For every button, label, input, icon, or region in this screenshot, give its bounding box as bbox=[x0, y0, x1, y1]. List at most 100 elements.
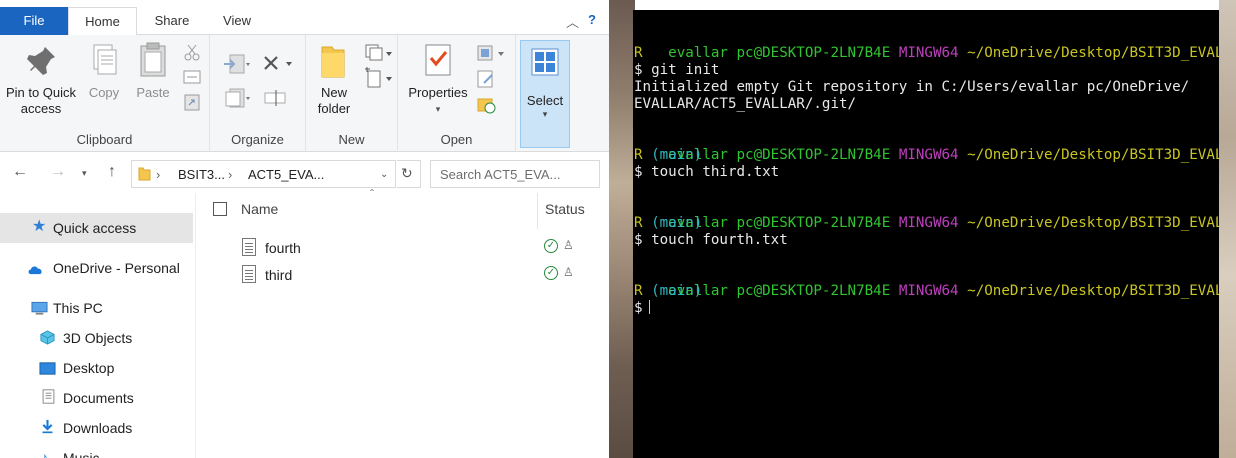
tab-share[interactable]: Share bbox=[137, 7, 207, 35]
select-dropdown-icon: ▾ bbox=[542, 109, 548, 119]
ribbon-tabs: File Home Share View ︿ ? bbox=[0, 0, 609, 36]
column-header-status[interactable]: Status bbox=[545, 201, 585, 217]
folder-icon bbox=[321, 46, 345, 78]
breadcrumb-item[interactable]: ACT5_EVA... bbox=[248, 167, 324, 182]
column-header-name[interactable]: Name bbox=[241, 201, 278, 217]
rename-icon[interactable] bbox=[264, 87, 288, 109]
open-icon[interactable] bbox=[476, 43, 506, 63]
command-line: $ git init bbox=[634, 62, 720, 78]
nav-label: Music bbox=[63, 450, 100, 458]
address-row: ← → ▾ ↑ › BSIT3... › ACT5_EVA... ⌄ ↻ Sea… bbox=[0, 153, 609, 193]
computer-icon bbox=[31, 301, 48, 315]
copy-label: Copy bbox=[88, 85, 120, 100]
address-bar[interactable]: › BSIT3... › ACT5_EVA... ⌄ bbox=[131, 160, 396, 188]
search-input[interactable]: Search ACT5_EVA... bbox=[430, 160, 600, 188]
shared-user-icon: ♙ bbox=[563, 238, 574, 252]
select-button[interactable]: Select ▾ bbox=[520, 40, 570, 148]
file-row[interactable]: fourth ✓ ♙ bbox=[238, 238, 598, 262]
copy-button[interactable]: Copy bbox=[86, 41, 122, 101]
paste-button[interactable]: Paste bbox=[134, 41, 172, 101]
nav-label: Quick access bbox=[53, 220, 137, 236]
file-row[interactable]: third ✓ ♙ bbox=[238, 265, 598, 289]
prompt-path: ~/OneDrive/Desktop/BSIT3D_EVAL bbox=[967, 45, 1219, 61]
prompt-shell: MINGW64 bbox=[898, 283, 959, 299]
nav-item-downloads[interactable]: Downloads bbox=[0, 413, 193, 443]
navigation-pane: ★ Quick access OneDrive - Personal This … bbox=[0, 193, 196, 458]
select-all-checkbox[interactable] bbox=[213, 202, 227, 216]
tab-home[interactable]: Home bbox=[68, 7, 137, 36]
tab-file[interactable]: File bbox=[0, 7, 68, 35]
edit-icon[interactable] bbox=[476, 69, 498, 89]
star-icon: ★ bbox=[32, 218, 47, 235]
nav-label: This PC bbox=[53, 300, 103, 316]
properties-dropdown-icon[interactable]: ▾ bbox=[406, 101, 470, 117]
up-arrow-icon[interactable]: ↑ bbox=[108, 163, 116, 181]
prompt-path: R bbox=[634, 215, 643, 231]
help-icon[interactable]: ? bbox=[588, 12, 596, 27]
nav-item-this-pc[interactable]: This PC bbox=[0, 293, 193, 323]
prompt-path-wrap: R bbox=[634, 45, 643, 61]
tab-view[interactable]: View bbox=[207, 7, 267, 35]
nav-label: Downloads bbox=[63, 420, 133, 436]
file-list: ˆ Name Status fourth ✓ ♙ third ✓ ♙ bbox=[196, 187, 609, 458]
breadcrumb-separator-icon: › bbox=[156, 167, 161, 182]
nav-item-desktop[interactable]: Desktop bbox=[0, 353, 193, 383]
nav-label: Desktop bbox=[63, 360, 115, 376]
clipboard-group: Pin to Quick access Copy Paste Clipboard bbox=[0, 35, 210, 152]
git-bash-terminal[interactable]: evallar pc@DESKTOP-2LN7B4E MINGW64 ~/One… bbox=[633, 10, 1219, 458]
prompt-path-wrap: R (main) bbox=[634, 215, 702, 232]
folder-small-icon bbox=[138, 167, 151, 181]
breadcrumb-separator-icon: › bbox=[228, 167, 233, 182]
back-arrow-icon[interactable]: ← bbox=[12, 163, 28, 181]
prompt-branch: (main) bbox=[651, 147, 703, 163]
properties-button[interactable]: Properties ▾ bbox=[406, 41, 470, 117]
prompt-path-wrap: R (main) bbox=[634, 283, 702, 300]
new-label: New bbox=[338, 132, 365, 147]
text-file-icon bbox=[242, 238, 256, 256]
paste-label: Paste bbox=[136, 85, 170, 100]
desktop-wallpaper bbox=[1219, 0, 1236, 458]
prompt-line: evallar pc@DESKTOP-2LN7B4E MINGW64 ~/One… bbox=[634, 28, 1219, 79]
nav-item-documents[interactable]: Documents bbox=[0, 383, 193, 413]
paste-shortcut-icon[interactable] bbox=[183, 93, 201, 111]
recent-locations-icon[interactable]: ▾ bbox=[82, 168, 87, 179]
nav-item-3d-objects[interactable]: 3D Objects bbox=[0, 323, 193, 353]
delete-icon[interactable] bbox=[262, 53, 298, 75]
column-divider[interactable] bbox=[537, 193, 538, 229]
command-line: $ touch fourth.txt bbox=[634, 232, 788, 248]
address-dropdown-icon[interactable]: ⌄ bbox=[380, 169, 388, 180]
cut-icon[interactable] bbox=[183, 43, 201, 61]
new-folder-button[interactable]: New folder bbox=[312, 41, 356, 117]
clipboard-label: Clipboard bbox=[76, 132, 133, 147]
history-icon[interactable] bbox=[476, 95, 498, 115]
copy-path-icon[interactable] bbox=[183, 69, 201, 85]
collapse-ribbon-icon[interactable]: ︿ bbox=[566, 12, 579, 31]
nav-label: 3D Objects bbox=[63, 330, 133, 346]
desktop-wallpaper bbox=[609, 0, 635, 458]
nav-item-onedrive[interactable]: OneDrive - Personal bbox=[0, 253, 193, 283]
prompt-shell: MINGW64 bbox=[898, 45, 959, 61]
new-item-icon[interactable] bbox=[364, 43, 394, 63]
forward-arrow-icon[interactable]: → bbox=[50, 163, 66, 181]
nav-label: Documents bbox=[63, 390, 134, 406]
pin-icon bbox=[27, 47, 55, 75]
refresh-button[interactable]: ↻ bbox=[397, 160, 421, 188]
download-icon bbox=[42, 419, 53, 434]
prompt-symbol: $ bbox=[634, 300, 643, 316]
pin-to-quick-access-button[interactable]: Pin to Quick access bbox=[4, 41, 78, 117]
file-explorer-window: File Home Share View ︿ ? Pin to Quick ac… bbox=[0, 0, 609, 458]
easy-access-icon[interactable] bbox=[364, 67, 394, 89]
prompt-user-host: evallar pc@DESKTOP-2LN7B4E bbox=[668, 45, 891, 61]
prompt-line: evallar pc@DESKTOP-2LN7B4E MINGW64 ~/One… bbox=[634, 266, 1219, 317]
ribbon: Pin to Quick access Copy Paste Clipboard… bbox=[0, 35, 609, 152]
refresh-icon: ↻ bbox=[401, 165, 413, 181]
copy-to-icon[interactable] bbox=[222, 87, 252, 109]
nav-item-music[interactable]: ♪ Music bbox=[0, 443, 193, 458]
prompt-shell: MINGW64 bbox=[898, 215, 959, 231]
breadcrumb-item[interactable]: BSIT3... bbox=[178, 167, 225, 182]
nav-item-quick-access[interactable]: ★ Quick access bbox=[0, 213, 193, 243]
copy-icon bbox=[93, 44, 117, 75]
output-line: Initialized empty Git repository in C:/U… bbox=[634, 79, 1190, 95]
move-to-icon[interactable] bbox=[222, 53, 252, 75]
documents-icon bbox=[42, 389, 55, 404]
